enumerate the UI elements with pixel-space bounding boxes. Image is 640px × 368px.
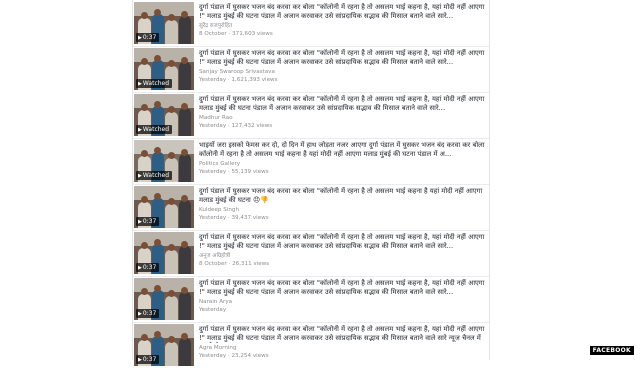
post-meta: Yesterday	[199, 307, 226, 314]
view-count: 26,311 views	[232, 261, 270, 267]
post-author[interactable]: Sanjay Swaroop Srivastava	[199, 69, 275, 76]
post-text[interactable]: दुर्गा पंडाल में घुसकर भजन बंद करवा कर ब…	[199, 279, 485, 296]
video-result-item[interactable]: ▶Watched दुर्गा पंडाल में घुसकर भजन बंद …	[133, 46, 489, 93]
post-date: Yesterday	[199, 353, 227, 359]
post-meta: Yesterday · 127,432 views	[199, 123, 273, 129]
post-text[interactable]: दुर्गा पंडाल में घुसकर भजन बंद करवा कर ब…	[199, 3, 485, 20]
post-author[interactable]: Agra Morning	[199, 345, 237, 352]
video-thumbnail[interactable]: ▶Watched	[134, 48, 194, 90]
post-author[interactable]: Narain Arya	[199, 299, 232, 306]
video-result-item[interactable]: ▶0:37 दुर्गा पंडाल में घुसकर भजन बंद करव…	[133, 0, 489, 47]
post-meta: Yesterday · 55,139 views	[199, 169, 269, 175]
video-result-item[interactable]: ▶0:37 दुर्गा पंडाल में घुसकर भजन बंद करव…	[133, 230, 489, 277]
post-meta: 8 October · 371,603 views	[199, 31, 273, 37]
video-result-item[interactable]: ▶0:37 दुर्गा पंडाल में घुसकर भजन बंद करव…	[133, 322, 489, 368]
post-author[interactable]: Madhur Rao	[199, 115, 233, 122]
play-icon: ▶	[138, 357, 142, 363]
play-icon: ▶	[138, 265, 142, 271]
video-duration-badge: ▶0:37	[136, 263, 160, 272]
video-duration-badge: ▶0:37	[136, 217, 160, 226]
video-result-item[interactable]: ▶0:37 दुर्गा पंडाल में घुसकर भजन बंद करव…	[133, 276, 489, 323]
post-date: Yesterday	[199, 77, 227, 83]
video-thumbnail[interactable]: ▶Watched	[134, 140, 194, 182]
post-date: Yesterday	[199, 215, 227, 221]
video-result-item[interactable]: ▶Watched दुर्गा पंडाल में घुसकर भजन बंद …	[133, 92, 489, 139]
video-result-item[interactable]: ▶0:37 दुर्गा पंडाल में घुसकर भजन बंद करव…	[133, 184, 489, 231]
post-date: Yesterday	[199, 169, 227, 175]
post-meta: Yesterday · 23,254 views	[199, 353, 269, 359]
post-date: 8 October	[199, 31, 227, 37]
video-thumbnail[interactable]: ▶0:37	[134, 2, 194, 44]
post-text[interactable]: दुर्गा पंडाल में घुसकर भजन बंद करवा कर ब…	[199, 233, 485, 250]
post-meta: Yesterday · 1,621,393 views	[199, 77, 278, 83]
post-author[interactable]: Kuldeep Singh	[199, 207, 239, 214]
post-author[interactable]: सुरेंद्र राजपुरोहित	[199, 23, 232, 30]
video-result-item[interactable]: ▶Watched भाइयों जरा इसको फेमस कर दो, दो …	[133, 138, 489, 185]
view-count: 127,432 views	[231, 123, 273, 129]
view-count: 371,603 views	[232, 31, 273, 37]
video-thumbnail[interactable]: ▶0:37	[134, 186, 194, 228]
view-count: 55,139 views	[231, 169, 269, 175]
post-date: Yesterday	[199, 307, 227, 313]
video-duration-badge: ▶0:37	[136, 309, 160, 318]
facebook-watermark: FACEBOOK	[589, 346, 634, 355]
play-icon: ▶	[138, 311, 142, 317]
video-watched-badge: ▶Watched	[136, 171, 173, 180]
post-text[interactable]: दुर्गा पंडाल में घुसकर भजन बंद करवा कर ब…	[199, 187, 485, 204]
post-text[interactable]: दुर्गा पंडाल में घुसकर भजन बंद करवा कर ब…	[199, 95, 485, 112]
view-count: 23,254 views	[231, 353, 269, 359]
play-icon: ▶	[138, 81, 142, 87]
view-count: 1,621,393 views	[231, 77, 278, 83]
post-meta: 8 October · 26,311 views	[199, 261, 270, 267]
post-meta: Yesterday · 39,437 views	[199, 215, 269, 221]
post-author[interactable]: Politics Gallery	[199, 161, 240, 168]
post-date: 8 October	[199, 261, 227, 267]
post-author[interactable]: अनुज अग्रिहोत्री	[199, 253, 230, 260]
play-icon: ▶	[138, 173, 142, 179]
post-text[interactable]: भाइयों जरा इसको फेमस कर दो, दो दिन में ह…	[199, 141, 485, 158]
post-date: Yesterday	[199, 123, 227, 129]
play-icon: ▶	[138, 219, 142, 225]
video-thumbnail[interactable]: ▶0:37	[134, 278, 194, 320]
video-watched-badge: ▶Watched	[136, 79, 173, 88]
video-results-list: ▶0:37 दुर्गा पंडाल में घुसकर भजन बंद करव…	[132, 0, 490, 366]
view-count: 39,437 views	[231, 215, 269, 221]
post-text[interactable]: दुर्गा पंडाल में घुसकर भजन बंद करवा कर ब…	[199, 49, 485, 66]
video-duration-badge: ▶0:37	[136, 33, 160, 42]
post-text[interactable]: दुर्गा पंडाल में घुसकर भजन बंद करवा कर ब…	[199, 325, 485, 343]
play-icon: ▶	[138, 35, 142, 41]
video-watched-badge: ▶Watched	[136, 125, 173, 134]
video-thumbnail[interactable]: ▶Watched	[134, 94, 194, 136]
video-thumbnail[interactable]: ▶0:37	[134, 232, 194, 274]
play-icon: ▶	[138, 127, 142, 133]
